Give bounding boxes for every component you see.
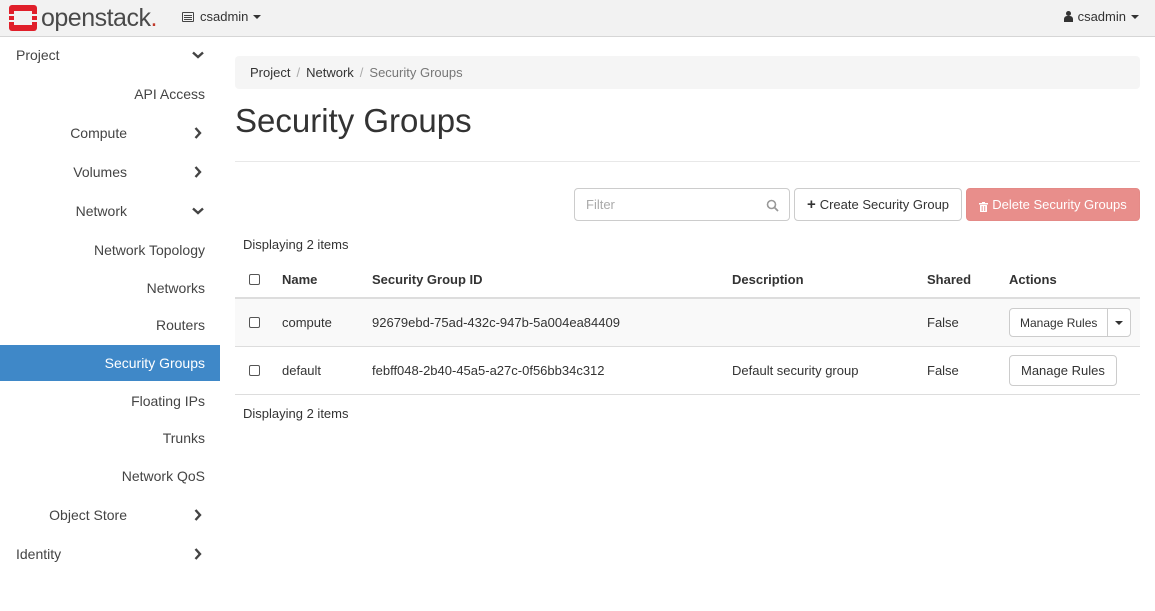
sidebar-item-network-qos[interactable]: Network QoS	[0, 458, 220, 494]
create-security-group-label: Create Security Group	[819, 197, 950, 212]
row-shared: False	[927, 363, 959, 378]
row-name[interactable]: compute	[282, 299, 332, 346]
table-header: Name Security Group ID Description Share…	[235, 262, 1140, 299]
breadcrumb-project[interactable]: Project	[250, 65, 290, 80]
sidebar-item-label: Compute	[70, 125, 127, 141]
openstack-logo[interactable]: openstack.	[9, 5, 157, 31]
search-icon[interactable]	[766, 199, 779, 212]
project-selector[interactable]: csadmin	[182, 9, 262, 24]
sidebar-item-label: Routers	[155, 317, 205, 333]
sidebar-item-label: Network Topology	[93, 242, 205, 258]
create-security-group-button[interactable]: + Create Security Group	[794, 188, 962, 221]
column-header-actions: Actions	[1009, 272, 1057, 287]
row-actions-group: Manage Rules	[1009, 308, 1132, 337]
security-groups-table: Name Security Group ID Description Share…	[235, 262, 1140, 395]
sidebar-item-label: Object Store	[49, 507, 127, 523]
sidebar-item-network[interactable]: Network	[0, 193, 220, 229]
delete-security-groups-label: Delete Security Groups	[992, 197, 1127, 212]
sidebar-item-volumes[interactable]: Volumes	[0, 154, 220, 190]
top-navbar: openstack. csadmin csadmin	[0, 0, 1155, 37]
row-checkbox[interactable]	[249, 365, 260, 376]
breadcrumb-separator: /	[296, 65, 301, 80]
sidebar-item-label: Floating IPs	[131, 393, 205, 409]
row-checkbox[interactable]	[249, 317, 260, 328]
sidebar-item-security-groups[interactable]: Security Groups	[0, 345, 220, 381]
sidebar-item-label: Project	[16, 47, 60, 63]
table-row: default febff048-2b40-45a5-a27c-0f56bb34…	[235, 347, 1140, 395]
breadcrumb-network[interactable]: Network	[306, 65, 354, 80]
row-actions-dropdown-toggle[interactable]	[1107, 309, 1130, 336]
title-divider	[235, 161, 1140, 162]
row-id: 92679ebd-75ad-432c-947b-5a004ea84409	[372, 315, 620, 330]
sidebar-item-label: Network QoS	[121, 468, 205, 484]
delete-security-groups-button[interactable]: Delete Security Groups	[966, 188, 1140, 221]
project-selector-label: csadmin	[200, 9, 249, 24]
sidebar-item-api-access[interactable]: API Access	[0, 76, 220, 112]
table-row: compute 92679ebd-75ad-432c-947b-5a004ea8…	[235, 299, 1140, 347]
page-title: Security Groups	[235, 102, 472, 139]
user-menu-label: csadmin	[1077, 9, 1126, 24]
chevron-right-icon	[192, 127, 204, 139]
sidebar-item-trunks[interactable]: Trunks	[0, 420, 220, 456]
project-list-icon	[182, 11, 194, 22]
sidebar-item-label: API Access	[134, 86, 205, 102]
chevron-down-icon	[192, 49, 204, 61]
sidebar-nav: Project API Access Compute Volumes Network Ne…	[0, 37, 220, 611]
sidebar-item-compute[interactable]: Compute	[0, 115, 220, 151]
sidebar-item-label: Identity	[16, 546, 62, 562]
sidebar-item-label: Trunks	[162, 430, 205, 446]
item-count-bottom: Displaying 2 items	[243, 406, 349, 421]
row-name[interactable]: default	[282, 347, 321, 394]
openstack-wordmark: openstack.	[41, 5, 157, 31]
manage-rules-button[interactable]: Manage Rules	[1010, 309, 1107, 336]
sidebar-item-floating-ips[interactable]: Floating IPs	[0, 383, 220, 419]
breadcrumb-current: Security Groups	[369, 65, 463, 80]
sidebar-item-identity[interactable]: Identity	[0, 536, 220, 572]
breadcrumb-separator: /	[359, 65, 364, 80]
plus-icon: +	[806, 196, 816, 213]
sidebar-item-label: Network	[75, 203, 127, 219]
filter-field[interactable]	[574, 188, 790, 221]
openstack-logo-icon	[9, 5, 37, 31]
chevron-right-icon	[192, 509, 204, 521]
trash-icon	[979, 200, 989, 212]
sidebar-item-label: Security Groups	[104, 355, 205, 371]
sidebar-item-label: Volumes	[73, 164, 127, 180]
sidebar-item-network-topology[interactable]: Network Topology	[0, 232, 220, 268]
sidebar-item-label: Networks	[146, 280, 205, 296]
row-shared: False	[927, 315, 959, 330]
item-count-top: Displaying 2 items	[243, 237, 349, 252]
chevron-right-icon	[192, 548, 204, 560]
caret-down-icon	[1131, 14, 1139, 19]
caret-down-icon	[253, 14, 262, 19]
sidebar-item-project[interactable]: Project	[0, 37, 220, 73]
manage-rules-button[interactable]: Manage Rules	[1009, 355, 1117, 386]
row-id: febff048-2b40-45a5-a27c-0f56bb34c312	[372, 363, 605, 378]
chevron-down-icon	[192, 205, 204, 217]
column-header-description[interactable]: Description	[732, 262, 804, 297]
select-all-checkbox[interactable]	[249, 274, 260, 285]
brand-name: openstack	[41, 4, 151, 32]
user-icon	[1063, 11, 1073, 22]
brand-dot: .	[150, 4, 157, 32]
column-header-name[interactable]: Name	[282, 262, 317, 297]
user-menu[interactable]: csadmin	[1063, 9, 1139, 24]
sidebar-item-routers[interactable]: Routers	[0, 307, 220, 343]
breadcrumb: Project / Network / Security Groups	[235, 56, 1140, 89]
sidebar-item-networks[interactable]: Networks	[0, 270, 220, 306]
column-header-shared[interactable]: Shared	[927, 262, 971, 297]
chevron-right-icon	[192, 166, 204, 178]
row-description: Default security group	[732, 363, 859, 378]
filter-input[interactable]	[575, 189, 755, 220]
sidebar-item-object-store[interactable]: Object Store	[0, 497, 220, 533]
column-header-id[interactable]: Security Group ID	[372, 262, 483, 297]
caret-down-icon	[1115, 320, 1124, 325]
